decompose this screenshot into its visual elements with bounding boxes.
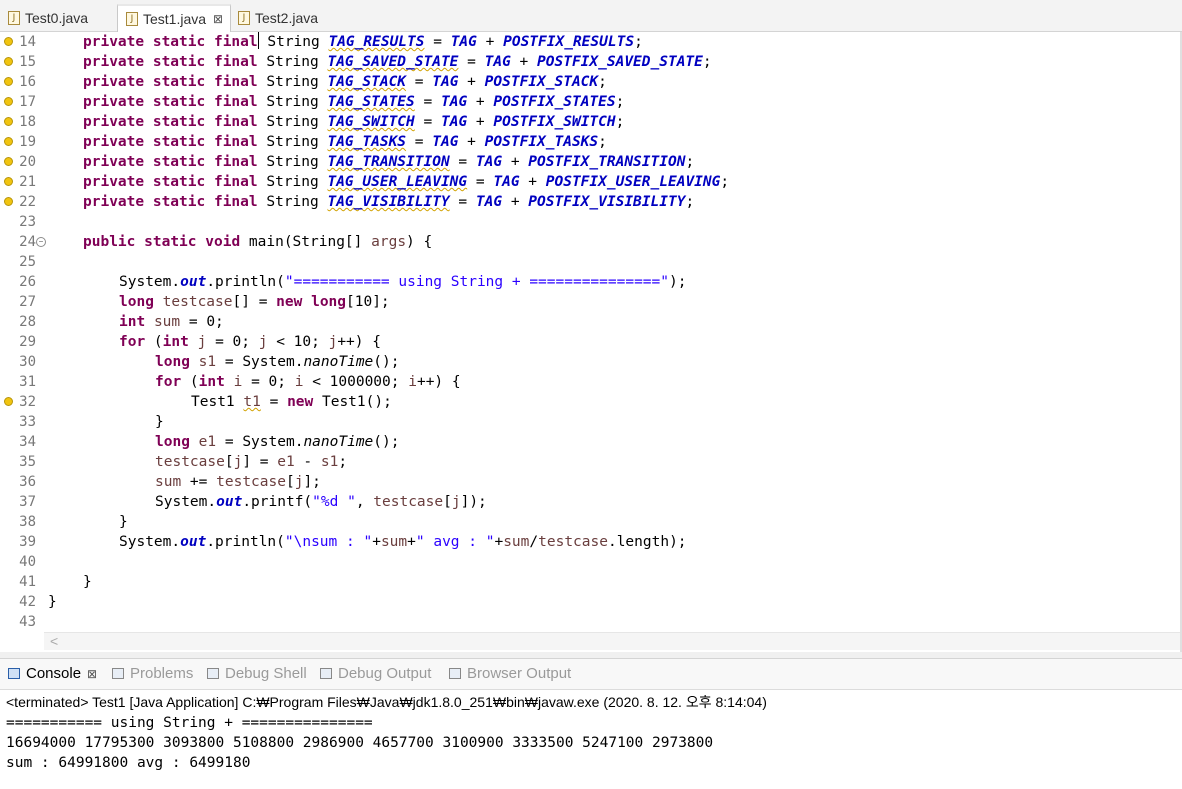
code-line: } — [119, 514, 128, 530]
java-file-icon: J — [8, 11, 20, 25]
line-number: 36 — [19, 474, 36, 490]
console-icon — [8, 668, 20, 679]
code-line: testcase[j] = e1 - s1; — [155, 454, 348, 470]
line-number: 28 — [19, 314, 36, 330]
console-output-line: =========== using String + =============… — [6, 715, 373, 731]
code-line: Test1 t1 = new Test1(); — [191, 394, 392, 410]
warning-marker-icon[interactable] — [4, 37, 13, 46]
code-editor[interactable]: 14 15 16 17 18 19 20 21 22 23 24−25 26 27 28 29 30 31 32 3… — [0, 32, 1182, 650]
code-line: long s1 = System.nanoTime(); — [155, 354, 400, 370]
code-line: } — [83, 574, 92, 590]
tab-debug-shell[interactable]: Debug Shell — [207, 665, 307, 682]
line-number: 38 — [19, 514, 36, 530]
editor-tab-bar: J Test0.java J Test1.java ⊠ J Test2.java — [0, 0, 1182, 32]
warning-marker-icon[interactable] — [4, 197, 13, 206]
warning-marker-icon[interactable] — [4, 157, 13, 166]
code-line: private static final String TAG_SAVED_ST… — [83, 54, 712, 70]
tab-console[interactable]: Console ⊠ — [8, 665, 97, 682]
fold-toggle-icon[interactable]: − — [36, 237, 46, 247]
problems-icon — [112, 668, 124, 679]
horizontal-scrollbar[interactable]: < — [44, 632, 1182, 650]
tab-test1[interactable]: J Test1.java ⊠ — [117, 4, 231, 32]
line-number: 37 — [19, 494, 36, 510]
tab-test0[interactable]: J Test0.java — [0, 4, 118, 32]
warning-marker-icon[interactable] — [4, 77, 13, 86]
code-line: private static final String TAG_STATES =… — [83, 94, 625, 110]
warning-marker-icon[interactable] — [4, 97, 13, 106]
code-line: for (int i = 0; i < 1000000; i++) { — [155, 374, 461, 390]
code-line: System.out.println("\nsum : "+sum+" avg … — [119, 534, 687, 550]
debug-output-icon — [320, 668, 332, 679]
line-number: 41 — [19, 574, 36, 590]
warning-marker-icon[interactable] — [4, 117, 13, 126]
close-tab-icon[interactable]: ⊠ — [87, 667, 97, 681]
line-number: 35 — [19, 454, 36, 470]
code-line: private static final String TAG_TRANSITI… — [83, 154, 695, 170]
tab-test2[interactable]: J Test2.java — [230, 4, 330, 32]
tab-debug-output[interactable]: Debug Output — [320, 665, 431, 682]
tab-browser-output[interactable]: Browser Output — [449, 665, 571, 682]
warning-marker-icon[interactable] — [4, 137, 13, 146]
line-number: 23 — [19, 214, 36, 230]
warning-marker-icon[interactable] — [4, 397, 13, 406]
tab-label: Test1.java — [143, 11, 207, 27]
line-number: 27 — [19, 294, 36, 310]
code-line: } — [155, 414, 164, 430]
line-number: 40 — [19, 554, 36, 570]
line-number: 33 — [19, 414, 36, 430]
line-number: 43 — [19, 614, 36, 630]
console-output-line: sum : 64991800 avg : 6499180 — [6, 755, 251, 771]
tab-label: Browser Output — [467, 665, 572, 682]
code-line: System.out.printf("%d ", testcase[j]); — [155, 494, 487, 510]
tab-label: Problems — [130, 665, 194, 682]
line-number: 31 — [19, 374, 36, 390]
java-file-icon: J — [238, 11, 250, 25]
scroll-left-icon[interactable]: < — [50, 633, 58, 649]
line-number: 29 — [19, 334, 36, 350]
warning-marker-icon[interactable] — [4, 177, 13, 186]
code-line: int sum = 0; — [119, 314, 224, 330]
code-line: public static void main(String[] args) { — [83, 234, 433, 250]
java-file-icon: J — [126, 12, 138, 26]
line-number: 42 — [19, 594, 36, 610]
warning-marker-icon[interactable] — [4, 57, 13, 66]
tab-problems[interactable]: Problems — [112, 665, 193, 682]
console-status: <terminated> Test1 [Java Application] C:… — [6, 694, 767, 710]
line-number: 34 — [19, 434, 36, 450]
tab-label: Debug Shell — [225, 665, 307, 682]
line-number: 24 — [19, 234, 36, 250]
line-number: 26 — [19, 274, 36, 290]
code-line: } — [48, 594, 57, 610]
code-line: private static final String TAG_VISIBILI… — [83, 194, 695, 210]
tab-label: Test0.java — [25, 10, 89, 26]
tab-label: Debug Output — [338, 665, 432, 682]
code-line: sum += testcase[j]; — [155, 474, 321, 490]
code-line: private static final String TAG_RESULTS … — [83, 32, 643, 50]
console-tab-bar: Console ⊠ Problems Debug Shell Debug Out… — [0, 658, 1182, 690]
debug-shell-icon — [207, 668, 219, 679]
code-line: private static final String TAG_SWITCH =… — [83, 114, 625, 130]
tab-label: Test2.java — [255, 10, 319, 26]
code-line: for (int j = 0; j < 10; j++) { — [119, 334, 381, 350]
console-output-line: 16694000 17795300 3093800 5108800 298690… — [6, 735, 714, 751]
line-number: 39 — [19, 534, 36, 550]
code-line: private static final String TAG_USER_LEA… — [83, 174, 730, 190]
code-line: System.out.println("=========== using St… — [119, 274, 687, 290]
line-number: 30 — [19, 354, 36, 370]
tab-label: Console — [26, 665, 82, 682]
line-number: 25 — [19, 254, 36, 270]
browser-output-icon — [449, 668, 461, 679]
close-tab-icon[interactable]: ⊠ — [213, 12, 223, 26]
code-line: long e1 = System.nanoTime(); — [155, 434, 400, 450]
code-line: private static final String TAG_TASKS = … — [83, 134, 607, 150]
code-line: private static final String TAG_STACK = … — [83, 74, 607, 90]
code-line: long testcase[] = new long[10]; — [119, 294, 390, 310]
